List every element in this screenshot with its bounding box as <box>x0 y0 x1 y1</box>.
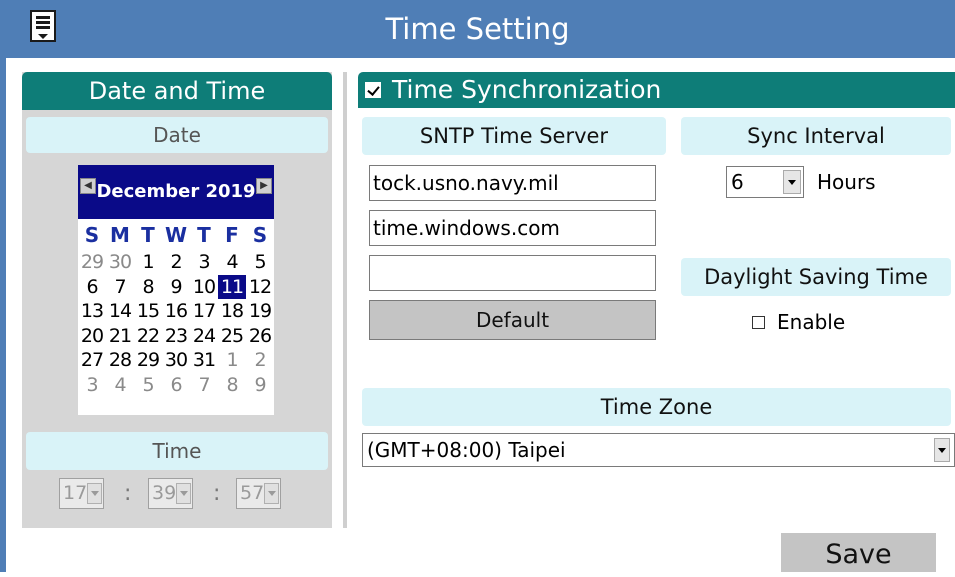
calendar-day[interactable]: 3 <box>78 373 106 398</box>
left-edge-bar <box>0 58 6 572</box>
calendar-day[interactable]: 4 <box>218 250 246 275</box>
calendar-day[interactable]: 8 <box>218 373 246 398</box>
time-sync-checkbox[interactable] <box>365 82 381 98</box>
calendar-day[interactable]: 30 <box>106 250 134 275</box>
calendar-day[interactable]: 5 <box>246 250 274 275</box>
calendar-day[interactable]: 20 <box>78 324 106 349</box>
calendar-day[interactable]: 25 <box>218 324 246 349</box>
time-zone-select[interactable]: (GMT+08:00) Taipei <box>362 433 955 467</box>
weekday-label: T <box>141 223 155 247</box>
calendar-day[interactable]: 24 <box>190 324 218 349</box>
weekday-label: M <box>110 223 130 247</box>
default-button[interactable]: Default <box>369 300 656 340</box>
hours-unit-label: Hours <box>817 170 876 194</box>
chevron-down-icon[interactable] <box>264 483 279 504</box>
calendar-day[interactable]: 15 <box>134 299 162 324</box>
calendar-day[interactable]: 6 <box>162 373 190 398</box>
calendar-day[interactable]: 7 <box>190 373 218 398</box>
save-button[interactable]: Save <box>781 533 936 572</box>
calendar-day[interactable]: 14 <box>106 299 134 324</box>
calendar-day[interactable]: 6 <box>78 275 106 300</box>
calendar-day[interactable]: 9 <box>162 275 190 300</box>
calendar-day[interactable]: 28 <box>106 348 134 373</box>
date-time-heading: Date and Time <box>22 72 332 110</box>
weekday-label: W <box>164 223 188 247</box>
calendar-day[interactable]: 29 <box>134 348 162 373</box>
calendar-day[interactable]: 1 <box>218 348 246 373</box>
calendar-day[interactable]: 29 <box>78 250 106 275</box>
right-arrow-icon[interactable]: ▶ <box>256 178 272 194</box>
calendar-day[interactable]: 27 <box>78 348 106 373</box>
calendar-day[interactable]: 30 <box>162 348 190 373</box>
time-separator: : <box>124 481 132 506</box>
calendar-day[interactable]: 10 <box>190 275 218 300</box>
calendar-day[interactable]: 3 <box>190 250 218 275</box>
date-label: Date <box>26 117 328 153</box>
time-separator: : <box>213 481 221 506</box>
chevron-down-icon[interactable] <box>934 438 950 462</box>
dst-enable-checkbox[interactable] <box>752 316 765 329</box>
calendar-days: 29 30 1 2 3 4 5 6 7 8 9 10 11 12 13 14 15 16 17 18 19 20 21 22 2… <box>78 250 274 397</box>
minute-select[interactable]: 39 <box>148 478 193 509</box>
weekday-label: F <box>225 223 239 247</box>
calendar-day[interactable]: 18 <box>218 299 246 324</box>
sync-interval-label: Sync Interval <box>681 117 951 155</box>
chevron-down-icon[interactable] <box>783 170 801 194</box>
calendar-day[interactable]: 4 <box>106 373 134 398</box>
panel-divider <box>343 72 347 528</box>
calendar-day[interactable]: 9 <box>246 373 274 398</box>
chevron-down-icon[interactable] <box>176 483 191 504</box>
dst-label: Daylight Saving Time <box>681 258 951 296</box>
calendar-day[interactable]: 21 <box>106 324 134 349</box>
chevron-down-icon[interactable] <box>87 483 102 504</box>
calendar-day-selected[interactable]: 11 <box>218 274 246 299</box>
hour-value: 17 <box>63 482 88 504</box>
second-value: 57 <box>240 482 265 504</box>
sntp-server-field-3[interactable] <box>369 255 656 291</box>
calendar-day[interactable]: 19 <box>246 299 274 324</box>
time-zone-value: (GMT+08:00) Taipei <box>367 438 566 462</box>
sntp-server-field-1[interactable]: tock.usno.navy.mil <box>369 165 656 201</box>
calendar-day[interactable]: 23 <box>162 324 190 349</box>
calendar-day[interactable]: 7 <box>106 275 134 300</box>
time-label: Time <box>26 432 328 470</box>
minute-value: 39 <box>152 482 177 504</box>
sync-interval-select[interactable]: 6 <box>726 166 804 198</box>
dst-enable-label: Enable <box>777 310 846 334</box>
sntp-server-field-2[interactable]: time.windows.com <box>369 210 656 246</box>
time-sync-label: Time Synchronization <box>392 75 662 104</box>
sync-interval-value: 6 <box>731 170 744 194</box>
calendar-day[interactable]: 16 <box>162 299 190 324</box>
sntp-server-label: SNTP Time Server <box>362 117 666 155</box>
weekday-label: S <box>84 223 100 247</box>
calendar-day[interactable]: 13 <box>78 299 106 324</box>
calendar-day[interactable]: 1 <box>134 250 162 275</box>
hour-select[interactable]: 17 <box>59 478 104 509</box>
calendar-day[interactable]: 22 <box>134 324 162 349</box>
page-title: Time Setting <box>385 12 570 46</box>
calendar-month-title: December 2019 <box>96 181 256 202</box>
calendar-day[interactable]: 12 <box>246 275 274 300</box>
calendar-day[interactable]: 26 <box>246 324 274 349</box>
calendar-day[interactable]: 31 <box>190 348 218 373</box>
second-select[interactable]: 57 <box>236 478 281 509</box>
calendar-day[interactable]: 8 <box>134 275 162 300</box>
calendar-weekdays: SMTWTFS <box>78 222 274 248</box>
calendar-day[interactable]: 5 <box>134 373 162 398</box>
left-arrow-icon[interactable]: ◀ <box>80 178 96 194</box>
calendar-day[interactable]: 17 <box>190 299 218 324</box>
calendar-day[interactable]: 2 <box>162 250 190 275</box>
weekday-label: S <box>252 223 268 247</box>
calendar-day[interactable]: 2 <box>246 348 274 373</box>
time-zone-label: Time Zone <box>362 388 951 426</box>
menu-icon[interactable] <box>30 10 56 42</box>
weekday-label: T <box>197 223 211 247</box>
